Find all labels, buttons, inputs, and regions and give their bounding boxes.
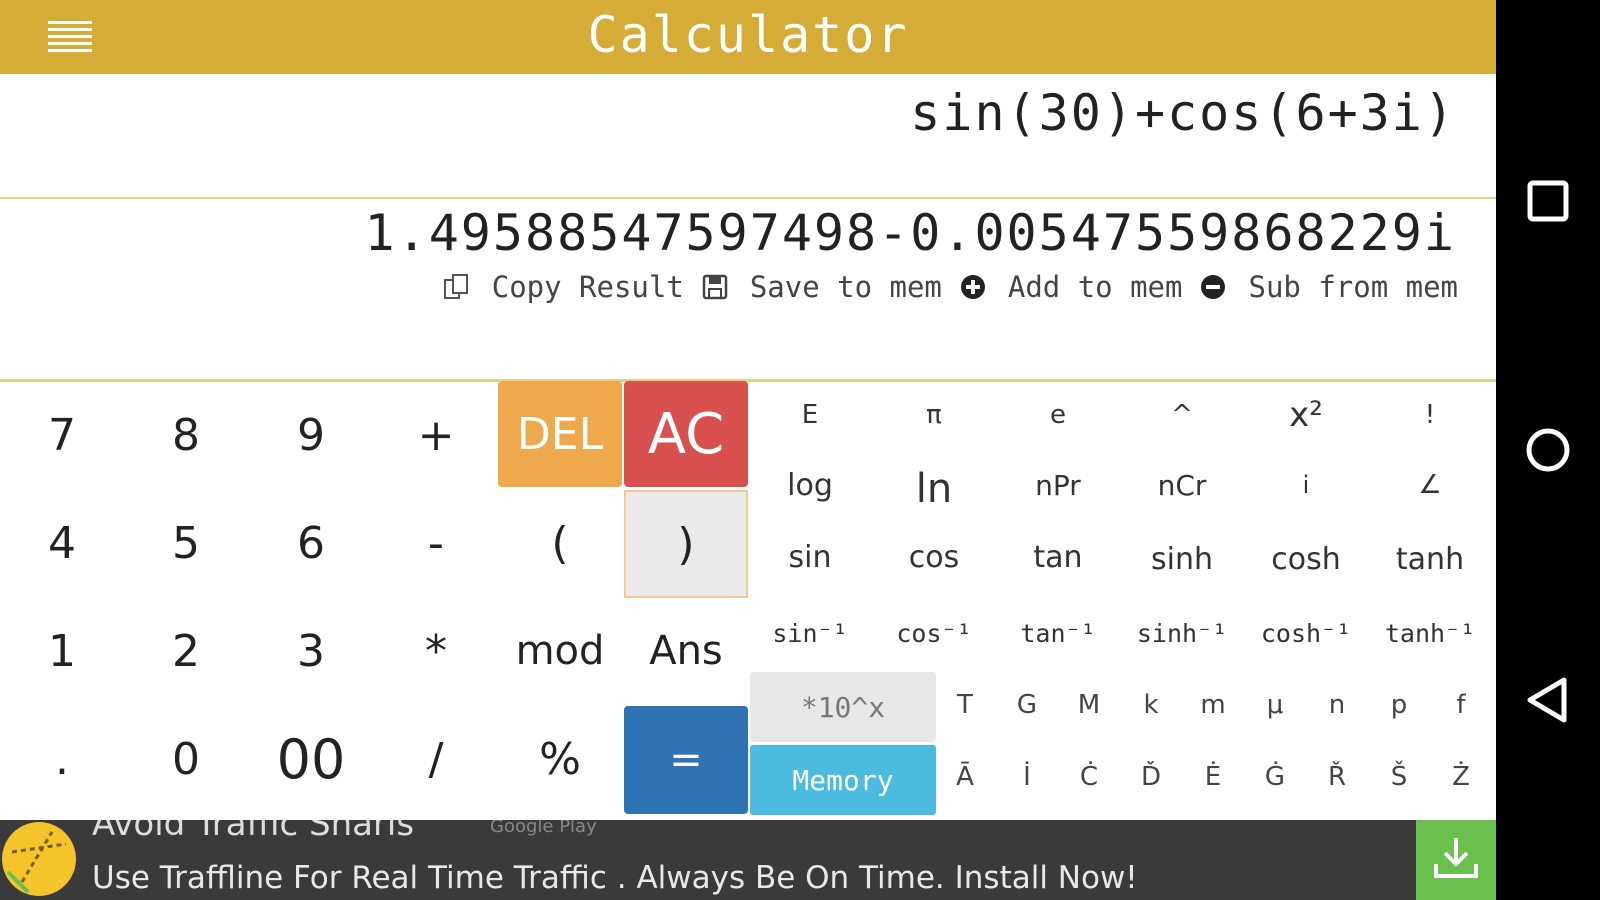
key-plus[interactable]: + <box>374 381 498 489</box>
add-to-mem-button[interactable]: Add to mem <box>958 270 1183 304</box>
ad-install-button[interactable] <box>1416 820 1496 900</box>
key-divide[interactable]: / <box>374 705 498 813</box>
key-4[interactable]: 4 <box>0 489 124 597</box>
key-3[interactable]: 3 <box>249 597 373 705</box>
save-to-mem-label: Save to mem <box>749 270 942 304</box>
sci-key-E[interactable]: E <box>748 382 872 448</box>
ad-text: Use Traffline For Real Time Traffic . Al… <box>92 860 1138 896</box>
prefix-pico[interactable]: p <box>1368 672 1430 738</box>
recents-square-icon[interactable] <box>1518 171 1578 231</box>
key-2[interactable]: 2 <box>124 597 248 705</box>
prefix-femto[interactable]: f <box>1430 672 1492 738</box>
sci-key-npr[interactable]: nPr <box>996 452 1120 518</box>
sci-key-arctan[interactable]: tan⁻¹ <box>996 600 1120 666</box>
memory-var-e[interactable]: Ė <box>1182 744 1244 810</box>
key-8[interactable]: 8 <box>124 381 248 489</box>
sci-key-sinh[interactable]: sinh <box>1120 526 1244 592</box>
sci-key-arcsinh[interactable]: sinh⁻¹ <box>1120 600 1244 666</box>
key-6[interactable]: 6 <box>249 489 373 597</box>
key-multiply[interactable]: * <box>374 597 498 705</box>
copy-result-button[interactable]: Copy Result <box>442 270 684 304</box>
sci-key-arctanh[interactable]: tanh⁻¹ <box>1368 600 1492 666</box>
copy-icon <box>442 272 472 302</box>
sci-key-power[interactable]: ^ <box>1120 382 1244 448</box>
memory-var-r[interactable]: Ř <box>1306 744 1368 810</box>
equals-button[interactable]: = <box>624 706 748 814</box>
sci-key-tan[interactable]: tan <box>996 524 1120 590</box>
save-to-mem-button[interactable]: Save to mem <box>700 270 942 304</box>
prefix-kilo[interactable]: k <box>1120 672 1182 738</box>
ad-title: Avoid Traffic Snarls <box>92 820 415 844</box>
sci-key-arcsin[interactable]: sin⁻¹ <box>748 600 872 666</box>
sub-from-mem-button[interactable]: Sub from mem <box>1198 270 1458 304</box>
ad-sponsor: Google Play <box>490 820 597 837</box>
back-triangle-icon[interactable] <box>1518 670 1578 730</box>
key-left-paren[interactable]: ( <box>498 489 622 597</box>
result-actions: Copy Result Save to mem Add to mem Sub f… <box>426 270 1458 304</box>
minus-circle-icon <box>1198 272 1228 302</box>
scientific-notation-button[interactable]: *10^x <box>750 672 936 742</box>
key-percent[interactable]: % <box>498 705 622 813</box>
sci-key-arccosh[interactable]: cosh⁻¹ <box>1244 600 1368 666</box>
expression-display[interactable]: sin(30)+cos(6+3i) <box>910 84 1456 142</box>
app-title: Calculator <box>587 6 909 64</box>
memory-var-d[interactable]: Ď <box>1120 744 1182 810</box>
key-right-paren[interactable]: ) <box>624 490 748 598</box>
calculator-app: Calculator sin(30)+cos(6+3i) 1.495885475… <box>0 0 1496 900</box>
prefix-mega[interactable]: M <box>1058 672 1120 738</box>
memory-var-c[interactable]: Ċ <box>1058 744 1120 810</box>
all-clear-button[interactable]: AC <box>624 381 748 487</box>
key-1[interactable]: 1 <box>0 597 124 705</box>
memory-var-z[interactable]: Ż <box>1430 744 1492 810</box>
memory-var-s[interactable]: Š <box>1368 744 1430 810</box>
download-icon <box>1430 832 1482 888</box>
plus-circle-icon <box>958 272 988 302</box>
memory-var-i[interactable]: İ <box>996 744 1058 810</box>
prefix-milli[interactable]: m <box>1182 672 1244 738</box>
memory-button[interactable]: Memory <box>750 745 936 815</box>
key-minus[interactable]: - <box>374 489 498 597</box>
sci-key-log[interactable]: log <box>748 452 872 518</box>
sci-key-ncr[interactable]: nCr <box>1120 452 1244 518</box>
prefix-micro[interactable]: μ <box>1244 672 1306 738</box>
app-header: Calculator <box>0 0 1496 74</box>
sci-key-cosh[interactable]: cosh <box>1244 526 1368 592</box>
home-circle-icon[interactable] <box>1518 420 1578 480</box>
sci-key-cos[interactable]: cos <box>872 524 996 590</box>
sci-key-ln[interactable]: ln <box>872 456 996 522</box>
ad-app-logo <box>2 822 76 896</box>
sci-key-square[interactable]: x² <box>1244 382 1368 448</box>
save-icon <box>700 272 730 302</box>
key-mod[interactable]: mod <box>498 597 622 705</box>
key-decimal[interactable]: . <box>0 705 124 813</box>
sci-key-e[interactable]: e <box>996 382 1120 448</box>
prefix-nano[interactable]: n <box>1306 672 1368 738</box>
ad-banner[interactable]: Avoid Traffic Snarls Google Play Use Tra… <box>0 820 1496 900</box>
android-nav-bar <box>1496 0 1600 900</box>
result-display: 1.49588547597498-0.00547559868229i <box>364 204 1456 262</box>
sub-from-mem-label: Sub from mem <box>1248 270 1458 304</box>
prefix-giga[interactable]: G <box>996 672 1058 738</box>
delete-button[interactable]: DEL <box>498 381 622 487</box>
sci-key-factorial[interactable]: ! <box>1368 382 1492 448</box>
sci-key-angle[interactable]: ∠ <box>1368 452 1492 518</box>
sci-key-pi[interactable]: π <box>872 382 996 448</box>
display-divider <box>0 197 1496 199</box>
key-9[interactable]: 9 <box>249 381 373 489</box>
copy-result-label: Copy Result <box>491 270 684 304</box>
key-5[interactable]: 5 <box>124 489 248 597</box>
key-7[interactable]: 7 <box>0 381 124 489</box>
key-0[interactable]: 0 <box>124 705 248 813</box>
prefix-tera[interactable]: T <box>934 672 996 738</box>
key-ans[interactable]: Ans <box>624 597 748 705</box>
sci-key-tanh[interactable]: tanh <box>1368 526 1492 592</box>
sci-key-imaginary[interactable]: i <box>1244 452 1368 518</box>
memory-var-a[interactable]: Ā <box>934 744 996 810</box>
add-to-mem-label: Add to mem <box>1007 270 1183 304</box>
key-00[interactable]: 00 <box>249 705 373 813</box>
memory-var-g[interactable]: Ġ <box>1244 744 1306 810</box>
sci-key-sin[interactable]: sin <box>748 524 872 590</box>
sci-key-arccos[interactable]: cos⁻¹ <box>872 600 996 666</box>
